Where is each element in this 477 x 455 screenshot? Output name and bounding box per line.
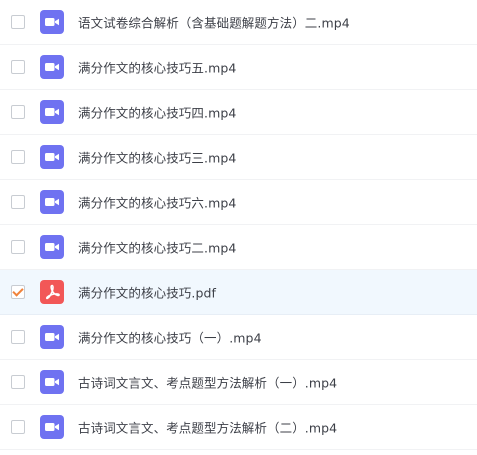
file-name[interactable]: 古诗词文言文、考点题型方法解析（一）.mp4 — [78, 373, 337, 392]
file-name[interactable]: 满分作文的核心技巧二.mp4 — [78, 238, 236, 257]
row-checkbox[interactable] — [11, 330, 25, 344]
row-checkbox[interactable] — [11, 375, 25, 389]
file-row[interactable]: 满分作文的核心技巧三.mp4 — [0, 135, 477, 180]
row-checkbox[interactable] — [11, 15, 25, 29]
file-row[interactable]: 古诗词文言文、考点题型方法解析（二）.mp4 — [0, 405, 477, 450]
video-icon — [40, 235, 64, 259]
row-checkbox[interactable] — [11, 60, 25, 74]
file-name[interactable]: 古诗词文言文、考点题型方法解析（二）.mp4 — [78, 418, 337, 437]
file-row[interactable]: 满分作文的核心技巧二.mp4 — [0, 225, 477, 270]
file-name[interactable]: 满分作文的核心技巧.pdf — [78, 283, 216, 302]
file-name[interactable]: 满分作文的核心技巧四.mp4 — [78, 103, 236, 122]
video-icon — [40, 370, 64, 394]
video-icon — [40, 10, 64, 34]
file-name[interactable]: 满分作文的核心技巧五.mp4 — [78, 58, 236, 77]
file-list: 语文试卷综合解析（含基础题解题方法）二.mp4 满分作文的核心技巧五.mp4 满… — [0, 0, 477, 455]
file-row[interactable]: 满分作文的核心技巧五.mp4 — [0, 45, 477, 90]
file-row[interactable]: 古诗词文言文、考点题型方法解析（一）.mp4 — [0, 360, 477, 405]
checkmark-icon — [12, 285, 24, 297]
pdf-icon — [40, 280, 64, 304]
row-checkbox[interactable] — [11, 150, 25, 164]
video-icon — [40, 325, 64, 349]
file-name[interactable]: 满分作文的核心技巧三.mp4 — [78, 148, 236, 167]
file-name[interactable]: 语文试卷综合解析（含基础题解题方法）二.mp4 — [78, 13, 350, 32]
file-name[interactable]: 满分作文的核心技巧（一）.mp4 — [78, 328, 262, 347]
row-checkbox[interactable] — [11, 195, 25, 209]
row-checkbox[interactable] — [11, 240, 25, 254]
row-checkbox[interactable] — [11, 285, 25, 299]
file-name[interactable]: 满分作文的核心技巧六.mp4 — [78, 193, 236, 212]
video-icon — [40, 100, 64, 124]
video-icon — [40, 145, 64, 169]
file-row[interactable]: 满分作文的核心技巧四.mp4 — [0, 90, 477, 135]
video-icon — [40, 55, 64, 79]
file-row[interactable]: 满分作文的核心技巧六.mp4 — [0, 180, 477, 225]
row-checkbox[interactable] — [11, 105, 25, 119]
file-row[interactable]: 语文试卷综合解析（含基础题解题方法）二.mp4 — [0, 0, 477, 45]
file-row[interactable]: 满分作文的核心技巧.pdf — [0, 270, 477, 315]
video-icon — [40, 415, 64, 439]
row-checkbox[interactable] — [11, 420, 25, 434]
file-row[interactable]: 满分作文的核心技巧（一）.mp4 — [0, 315, 477, 360]
video-icon — [40, 190, 64, 214]
